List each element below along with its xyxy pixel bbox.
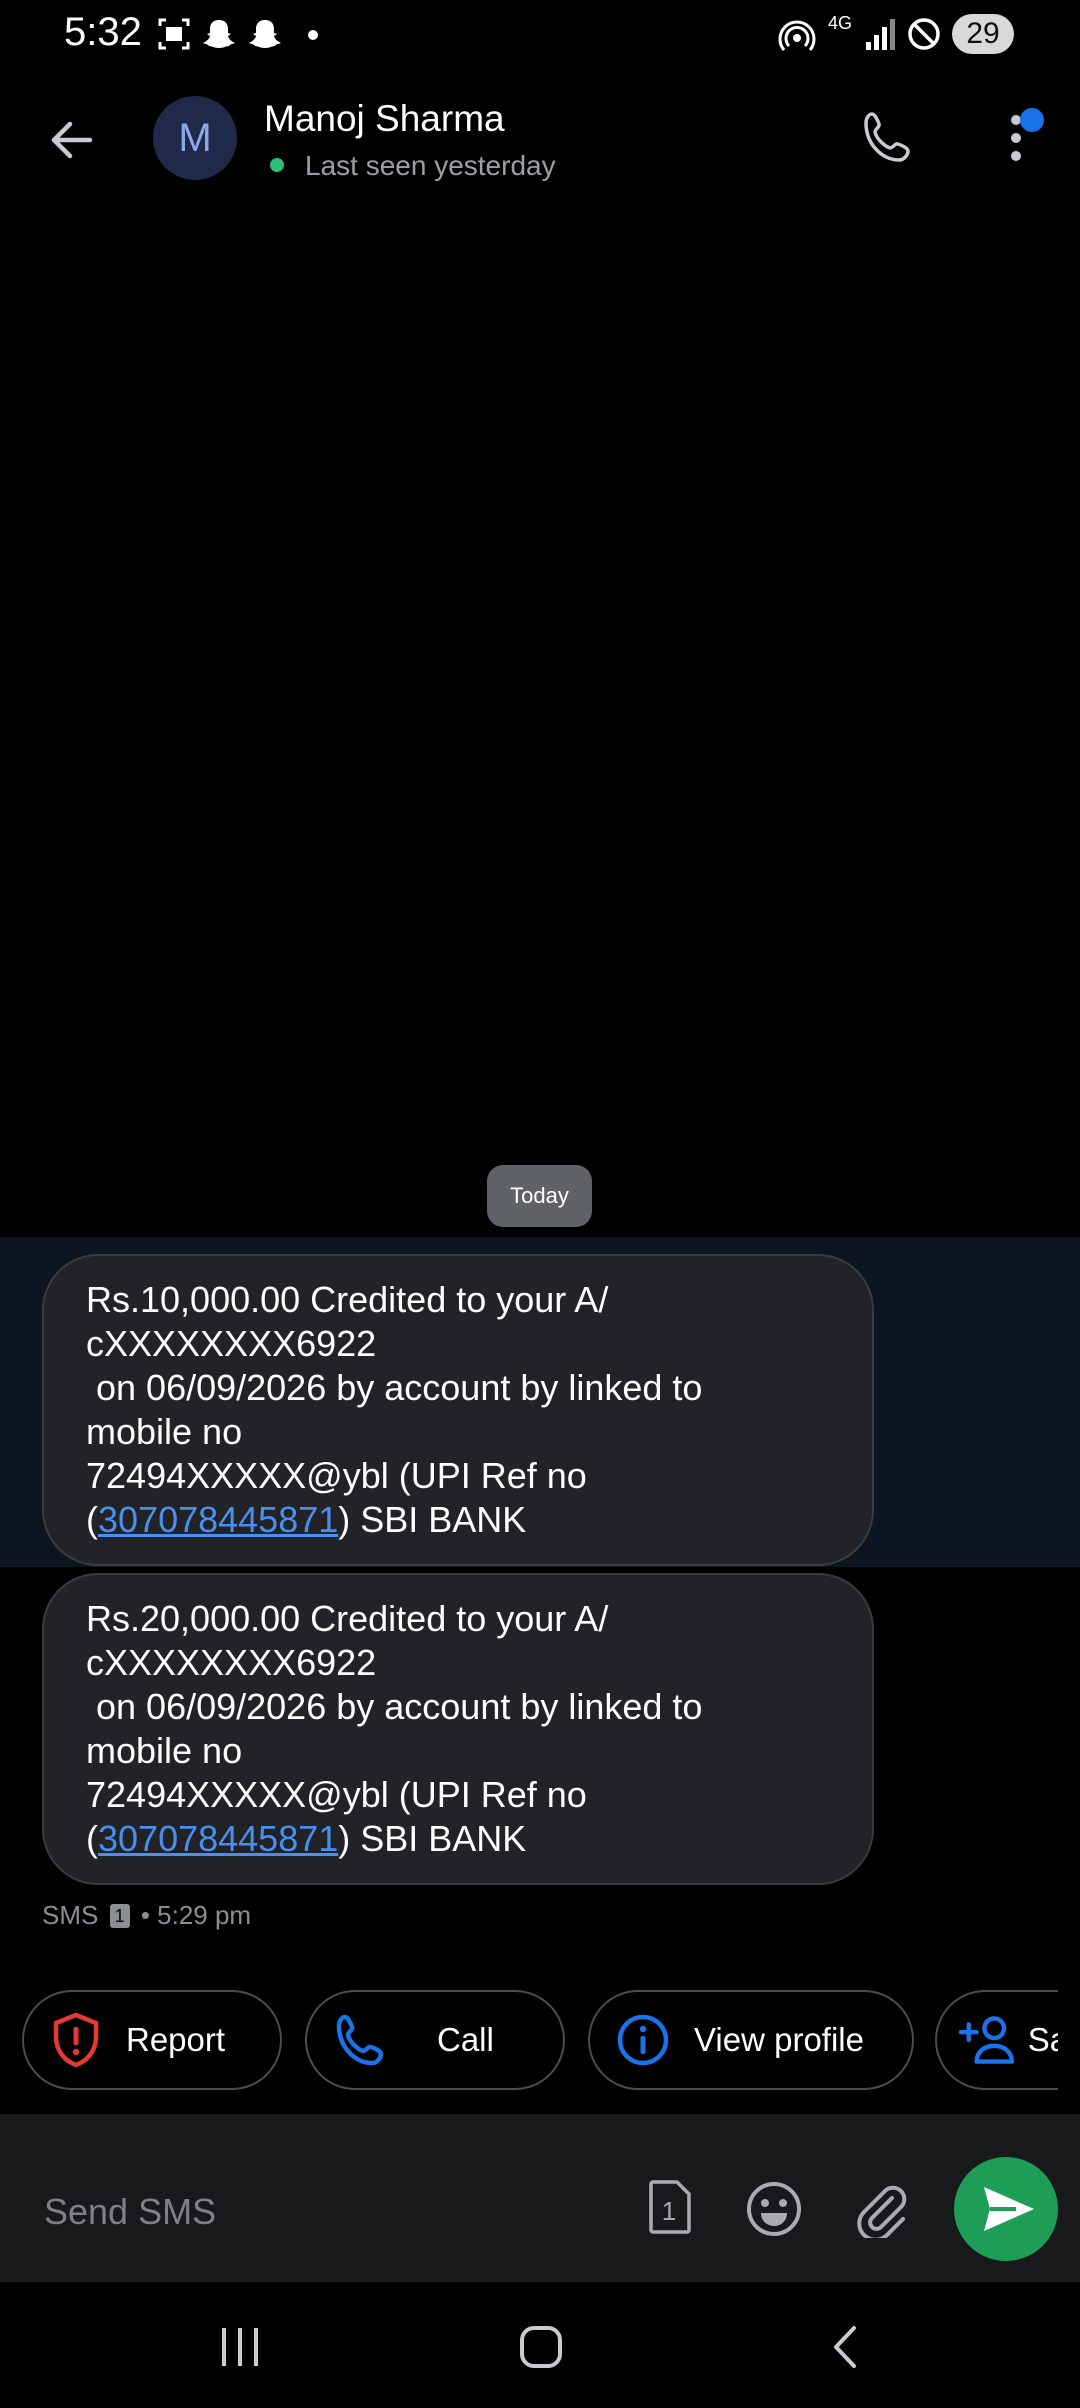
upi-ref-link[interactable]: 307078445871 [98, 1499, 338, 1540]
last-seen-status: Last seen yesterday [305, 150, 556, 181]
message-line: on 06/09/2026 by account by linked to [86, 1367, 703, 1408]
message-line: (307078445871) SBI BANK [86, 1817, 832, 1861]
view-profile-label: View profile [694, 2021, 864, 2058]
message-type: SMS [42, 1900, 99, 1930]
message-line: 72494XXXXX@ybl (UPI Ref no [86, 1774, 587, 1815]
notification-badge [1020, 108, 1044, 132]
more-notifications-dot [308, 30, 318, 40]
do-not-disturb-icon [908, 18, 940, 50]
message-bubble[interactable]: Rs.10,000.00 Credited to your A/ cXXXXXX… [42, 1254, 874, 1566]
signal-icon [866, 19, 895, 50]
send-sms-input[interactable] [42, 2185, 606, 2239]
view-profile-button[interactable]: View profile [588, 1990, 914, 2090]
message-bubble[interactable]: Rs.20,000.00 Credited to your A/ cXXXXXX… [42, 1573, 874, 1885]
bank-name: ) SBI BANK [338, 1499, 527, 1540]
sim-badge-icon: 1 [109, 1904, 130, 1928]
recent-apps-icon[interactable] [218, 2326, 262, 2368]
battery-indicator: 29 [952, 14, 1014, 54]
message-line: cXXXXXXXX6922 [86, 1642, 377, 1683]
paren-open: ( [86, 1499, 98, 1540]
message-line: (307078445871) SBI BANK [86, 1498, 832, 1542]
chip-row-edge [1058, 1985, 1080, 2095]
back-nav-icon[interactable] [826, 2324, 866, 2370]
send-icon [984, 2187, 1034, 2231]
presence-dot [270, 158, 284, 172]
status-time: 5:32 [64, 10, 142, 54]
emoji-icon[interactable] [745, 2180, 803, 2238]
info-icon [617, 2014, 669, 2066]
report-button[interactable]: Report [22, 1990, 282, 2090]
message-line: Rs.10,000.00 Credited to your A/ [86, 1279, 609, 1320]
snapchat-icon-2 [249, 20, 281, 48]
add-person-icon [958, 2016, 1015, 2064]
sim-card-icon: 1 [649, 2180, 691, 2234]
phone-call-icon[interactable] [858, 108, 918, 168]
message-line: mobile no [86, 1411, 243, 1452]
home-icon[interactable] [518, 2324, 564, 2370]
message-line: 72494XXXXX@ybl (UPI Ref no [86, 1455, 587, 1496]
status-bar: 5:32 4G 29 [0, 0, 1080, 70]
date-separator-chip: Today [487, 1165, 592, 1227]
message-line: cXXXXXXXX6922 [86, 1323, 377, 1364]
call-button[interactable]: Call [305, 1990, 565, 2090]
shield-alert-icon [53, 2012, 99, 2068]
sim-selector-button[interactable]: 1 [645, 2178, 695, 2241]
message-line: on 06/09/2026 by account by linked to [86, 1686, 703, 1727]
sim-number: 1 [662, 2196, 676, 2226]
phone-icon [336, 2014, 384, 2066]
hotspot-icon [778, 20, 816, 51]
avatar[interactable]: M [153, 96, 237, 180]
message-time: • 5:29 pm [140, 1900, 252, 1930]
call-label: Call [437, 2021, 494, 2058]
upi-ref-link[interactable]: 307078445871 [98, 1818, 338, 1859]
message-line: Rs.20,000.00 Credited to your A/ [86, 1598, 609, 1639]
send-button[interactable] [954, 2157, 1058, 2261]
network-type: 4G [828, 13, 853, 33]
bank-name: ) SBI BANK [338, 1818, 527, 1859]
contact-name[interactable]: Manoj Sharma [264, 98, 505, 140]
system-navigation-bar [0, 2282, 1080, 2408]
message-line: mobile no [86, 1730, 243, 1771]
back-arrow-icon[interactable] [44, 112, 100, 168]
snapchat-icon [203, 20, 235, 48]
report-label: Report [126, 2021, 226, 2058]
message-meta: SMS 1 • 5:29 pm [42, 1900, 251, 1931]
paren-open: ( [86, 1818, 98, 1859]
attachment-icon[interactable] [852, 2180, 910, 2238]
screenshot-icon [158, 18, 190, 50]
